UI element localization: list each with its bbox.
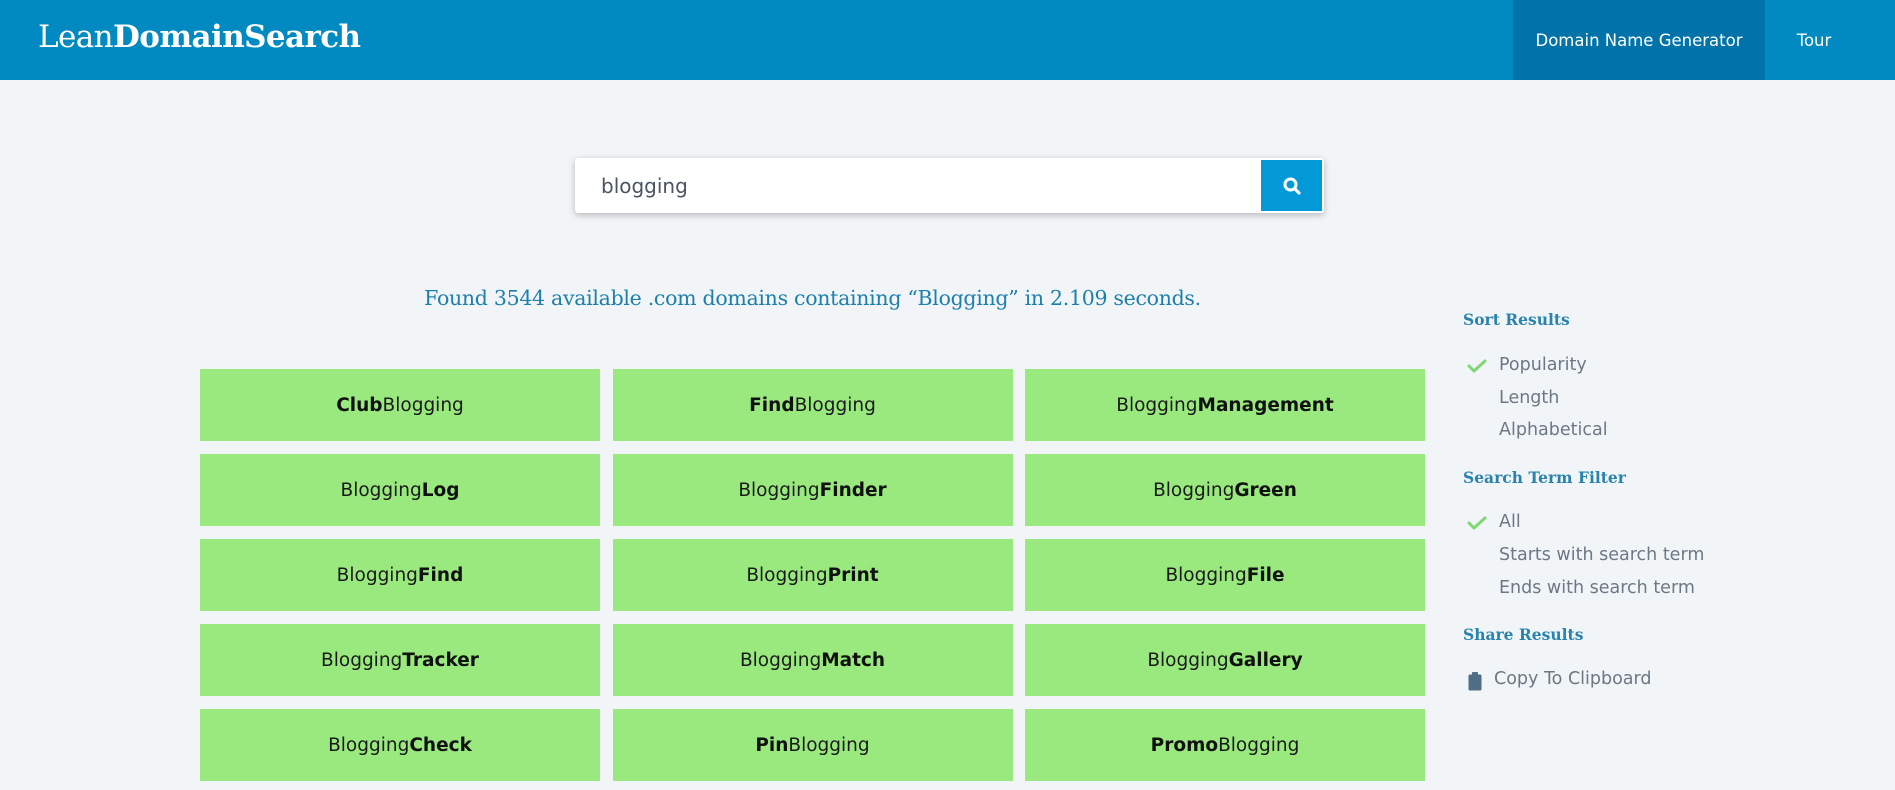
logo-light-text: Lean	[38, 19, 114, 55]
search-icon	[1283, 177, 1301, 195]
domain-part: Blogging	[1147, 649, 1229, 671]
domain-part: Green	[1234, 479, 1297, 501]
nav-tour[interactable]: Tour	[1765, 0, 1863, 80]
domain-result[interactable]: Blogging Green	[1025, 454, 1425, 526]
domain-result[interactable]: Blogging Print	[612, 539, 1013, 611]
domain-result[interactable]: Blogging File	[1025, 539, 1425, 611]
domain-part: Blogging	[739, 649, 822, 671]
domain-part: Blogging	[1218, 734, 1300, 756]
sort-option-alphabetical[interactable]: Alphabetical	[1499, 420, 1608, 440]
domain-part: Blogging	[1165, 564, 1247, 586]
domain-part: Blogging	[788, 734, 870, 756]
top-header: LeanDomainSearch Domain Name Generator T…	[0, 0, 1895, 80]
search-box	[575, 158, 1324, 213]
domain-result[interactable]: Promo Blogging	[1025, 709, 1425, 781]
logo[interactable]: LeanDomainSearch	[38, 15, 361, 59]
domain-result[interactable]: Blogging Check	[200, 709, 600, 781]
domain-result[interactable]: Blogging Finder	[612, 454, 1013, 526]
search-button[interactable]	[1261, 160, 1322, 211]
clipboard-icon	[1468, 672, 1482, 691]
domain-part: Tracker	[402, 649, 479, 671]
domain-result[interactable]: Blogging Gallery	[1025, 624, 1425, 696]
domain-part: Find	[417, 564, 464, 586]
search-term-filter-heading: Search Term Filter	[1463, 468, 1626, 487]
domain-result[interactable]: Blogging Match	[612, 624, 1013, 696]
domain-result[interactable]: Club Blogging	[200, 369, 600, 441]
check-icon	[1467, 516, 1487, 530]
domain-part: Blogging	[336, 564, 418, 586]
sort-results-heading: Sort Results	[1463, 310, 1570, 329]
domain-result[interactable]: Blogging Management	[1025, 369, 1425, 441]
filter-option-all[interactable]: All	[1499, 512, 1521, 532]
filter-option-ends-with[interactable]: Ends with search term	[1499, 578, 1695, 598]
domain-part: Blogging	[321, 649, 403, 671]
domain-result[interactable]: Pin Blogging	[612, 709, 1013, 781]
domain-part: Finder	[819, 479, 887, 501]
domain-results-grid: Club Blogging Find Blogging Blogging Manageme…	[200, 369, 1425, 781]
search-input[interactable]	[575, 158, 1261, 213]
domain-part: Blogging	[340, 479, 422, 501]
domain-part: Find	[749, 394, 795, 416]
domain-part: Blogging	[794, 394, 876, 416]
domain-part: Pin	[755, 734, 789, 756]
sort-option-length[interactable]: Length	[1499, 388, 1559, 408]
domain-part: Print	[827, 564, 879, 586]
domain-part: Gallery	[1228, 649, 1303, 671]
domain-part: Match	[821, 649, 886, 671]
domain-result[interactable]: Find Blogging	[612, 369, 1013, 441]
nav-domain-name-generator[interactable]: Domain Name Generator	[1513, 0, 1765, 80]
domain-part: Promo	[1150, 734, 1219, 756]
domain-part: Check	[409, 734, 472, 756]
domain-part: Blogging	[738, 479, 820, 501]
domain-part: Blogging	[1153, 479, 1235, 501]
copy-to-clipboard-link[interactable]: Copy To Clipboard	[1494, 669, 1652, 689]
domain-part: Blogging	[746, 564, 828, 586]
domain-result[interactable]: Blogging Tracker	[200, 624, 600, 696]
domain-part: Management	[1197, 394, 1334, 416]
filter-option-starts-with[interactable]: Starts with search term	[1499, 545, 1704, 565]
domain-result[interactable]: Blogging Find	[200, 539, 600, 611]
domain-part: Blogging	[1116, 394, 1198, 416]
domain-part: Log	[421, 479, 460, 501]
share-results-heading: Share Results	[1463, 625, 1584, 644]
domain-part: File	[1246, 564, 1285, 586]
domain-part: Club	[336, 394, 383, 416]
results-summary: Found 3544 available .com domains contai…	[424, 286, 1201, 310]
domain-part: Blogging	[382, 394, 464, 416]
domain-result[interactable]: Blogging Log	[200, 454, 600, 526]
domain-part: Blogging	[328, 734, 410, 756]
check-icon	[1467, 359, 1487, 373]
logo-bold-text: DomainSearch	[112, 19, 361, 55]
sort-option-popularity[interactable]: Popularity	[1499, 355, 1587, 375]
